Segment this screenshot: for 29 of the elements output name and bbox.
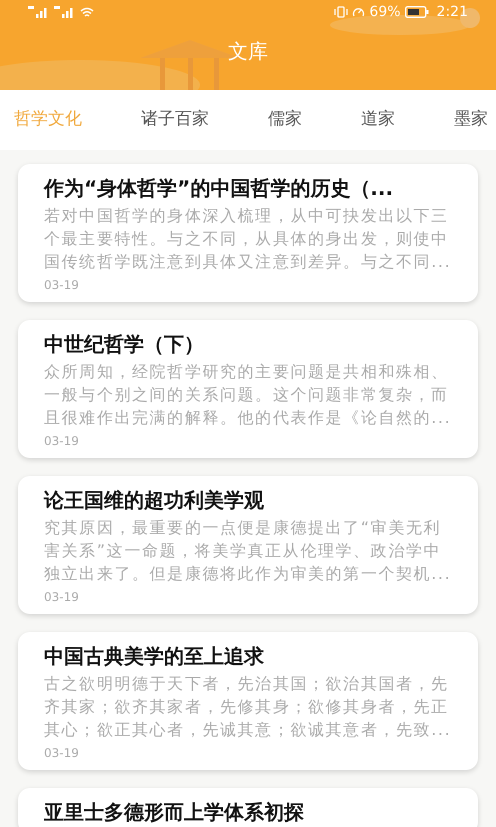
wifi-icon — [80, 6, 94, 18]
article-summary: 众所周知，经院哲学研究的主要问题是共相和殊相、一般与个别之间的关系问题。这个问题非常复杂，而且很难作出完满的解释。他的代表作是《论自然的... — [44, 361, 452, 429]
article-title: 论王国维的超功利美学观 — [44, 487, 265, 514]
article-date: 03-19 — [44, 589, 80, 606]
page-title: 文库 — [228, 38, 268, 65]
category-tab[interactable]: 儒家 — [266, 107, 304, 133]
category-tab[interactable]: 道家 — [359, 107, 397, 133]
article-date: 03-19 — [44, 433, 80, 450]
article-card[interactable]: 亚里士多德形而上学体系初探 — [18, 788, 478, 827]
article-title: 中国古典美学的至上追求 — [44, 643, 265, 670]
speedometer-icon — [352, 6, 366, 18]
article-date: 03-19 — [44, 277, 80, 294]
article-summary: 若对中国哲学的身体深入梳理，从中可抉发出以下三个最主要特性。与之不同，从具体的身出发，则使中国传统哲学既注意到具体又注意到差异。与之不同... — [44, 205, 452, 273]
battery-icon — [404, 6, 429, 18]
article-title: 作为“身体哲学”的中国哲学的历史（... — [44, 175, 394, 202]
battery-percent: 69% — [369, 2, 401, 22]
article-title: 亚里士多德形而上学体系初探 — [44, 799, 305, 826]
category-tab[interactable]: 墨家 — [452, 107, 490, 133]
article-card[interactable]: 中国古典美学的至上追求 古之欲明明德于天下者，先治其国；欲治其国者，先齐其家；欲齐其家者，先修其身；欲修其身者，先正其心；欲正其心者，先诚其意；欲诚其意者，先致... 03-19 — [18, 632, 478, 770]
article-date: 03-19 — [44, 745, 80, 762]
article-card[interactable]: 作为“身体哲学”的中国哲学的历史（... 若对中国哲学的身体深入梳理，从中可抉发出以下三个最主要特性。与之不同，从具体的身出发，则使中国传统哲学既注意到具体又注意到差异。与之不同... 03-19 — [18, 164, 478, 302]
category-tab[interactable]: 诸子百家 — [139, 107, 211, 133]
clock-time: 2:21 — [436, 2, 468, 22]
article-summary: 古之欲明明德于天下者，先治其国；欲治其国者，先齐其家；欲齐其家者，先修其身；欲修其身者，先正其心；欲正其心者，先诚其意；欲诚其意者，先致... — [44, 673, 452, 741]
article-card[interactable]: 中世纪哲学（下） 众所周知，经院哲学研究的主要问题是共相和殊相、一般与个别之间的关系问题。这个问题非常复杂，而且很难作出完满的解释。他的代表作是《论自然的... 03-19 — [18, 320, 478, 458]
article-card[interactable]: 论王国维的超功利美学观 究其原因，最重要的一点便是康德提出了“审美无利害关系”这一命题，将美学真正从伦理学、政治学中独立出来了。但是康德将此作为审美的第一个契机... 03-19 — [18, 476, 478, 614]
article-summary: 究其原因，最重要的一点便是康德提出了“审美无利害关系”这一命题，将美学真正从伦理学、政治学中独立出来了。但是康德将此作为审美的第一个契机... — [44, 517, 452, 585]
vibrate-icon — [334, 6, 348, 18]
article-title: 中世纪哲学（下） — [44, 331, 205, 358]
